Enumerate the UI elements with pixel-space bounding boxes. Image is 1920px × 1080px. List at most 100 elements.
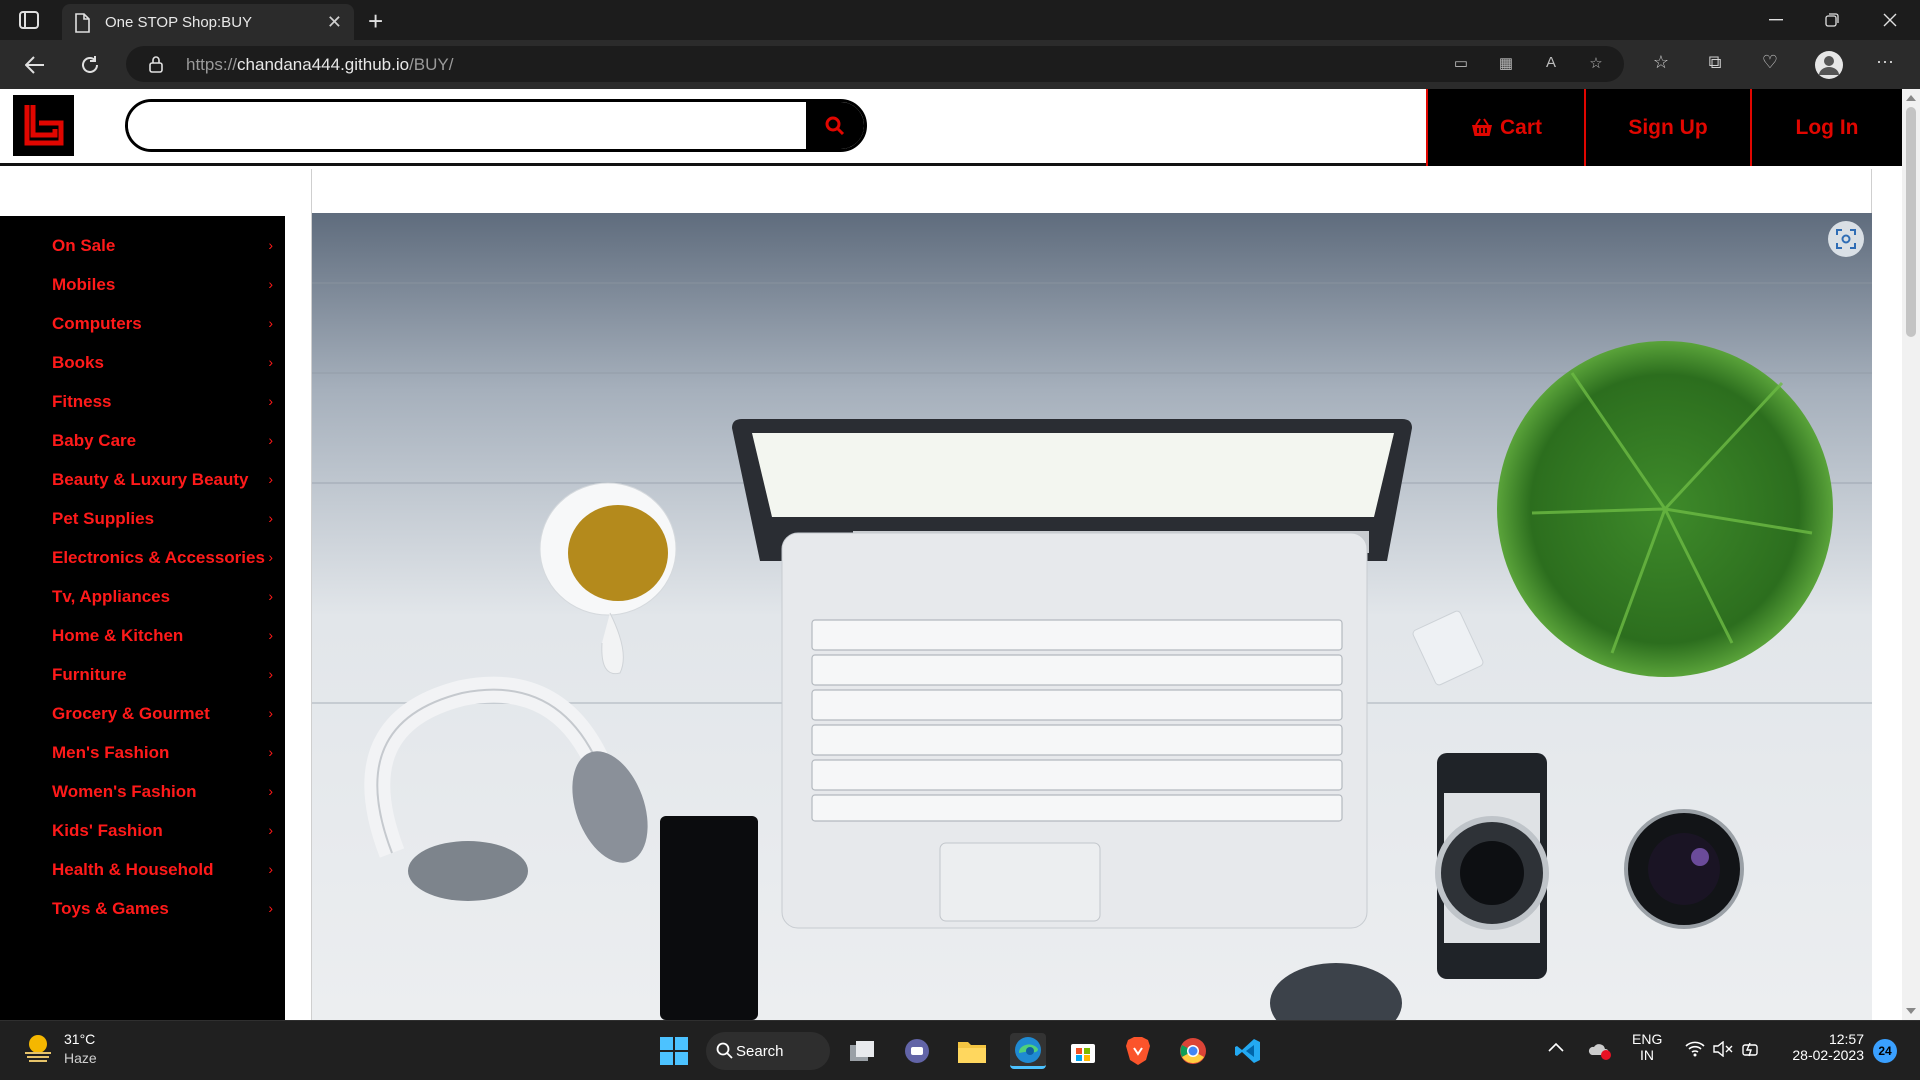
start-icon[interactable] (656, 1033, 692, 1069)
cart-label: Cart (1499, 115, 1542, 139)
chevron-right-icon: › (268, 627, 273, 643)
close-tab-icon[interactable]: ✕ (327, 12, 342, 33)
category-label: On Sale (52, 235, 116, 255)
collections-icon[interactable]: ⧉ (1702, 52, 1728, 78)
category-label: Women's Fashion (52, 781, 197, 801)
speaker-muted-icon[interactable] (1713, 1040, 1733, 1060)
profile-avatar[interactable] (1814, 50, 1843, 79)
wifi-icon[interactable] (1685, 1041, 1705, 1060)
chevron-right-icon: › (268, 822, 273, 838)
cart-button[interactable]: Cart (1426, 89, 1584, 166)
back-icon[interactable] (20, 50, 50, 80)
tab-title: One STOP Shop:BUY (105, 14, 253, 31)
address-bar[interactable]: https://chandana444.github.io/BUY/ ▭ ▦ A… (126, 46, 1624, 82)
category-item[interactable]: Beauty & Luxury Beauty › (0, 460, 285, 499)
chevron-right-icon: › (268, 276, 273, 292)
scrollbar-thumb[interactable] (1906, 107, 1916, 337)
scroll-up-icon[interactable] (1906, 95, 1916, 101)
browser-tab[interactable]: One STOP Shop:BUY ✕ (62, 4, 354, 40)
chevron-right-icon: › (268, 354, 273, 370)
file-explorer-icon[interactable] (954, 1033, 990, 1069)
category-label: Beauty & Luxury Beauty (52, 469, 249, 489)
app-available-icon[interactable]: ▭ (1451, 54, 1471, 74)
scroll-down-icon[interactable] (1906, 1008, 1916, 1014)
category-item[interactable]: On Sale › (0, 226, 285, 265)
category-item[interactable]: Computers › (0, 304, 285, 343)
category-label: Mobiles (52, 274, 116, 294)
onedrive-error-icon[interactable] (1588, 1041, 1612, 1064)
store-icon[interactable] (1065, 1033, 1101, 1069)
system-clock[interactable]: 12:57 28-02-2023 (1780, 1031, 1864, 1063)
browser-tab-bar: One STOP Shop:BUY ✕ + (0, 0, 1920, 40)
login-button[interactable]: Log In (1750, 89, 1902, 166)
browser-toolbar: https://chandana444.github.io/BUY/ ▭ ▦ A… (0, 40, 1920, 89)
show-hidden-icons[interactable] (1548, 1039, 1564, 1055)
category-item[interactable]: Women's Fashion › (0, 772, 285, 811)
taskbar-search-label: Search (736, 1042, 784, 1060)
signup-button[interactable]: Sign Up (1584, 89, 1750, 166)
category-label: Books (52, 352, 104, 372)
category-item[interactable]: Books › (0, 343, 285, 382)
login-label: Log In (1795, 115, 1859, 139)
site-header: Cart Sign Up Log In (0, 89, 1902, 166)
search-button[interactable] (806, 102, 864, 149)
read-aloud-icon[interactable]: A (1541, 54, 1561, 74)
new-tab-icon[interactable]: + (368, 6, 383, 37)
category-sidebar: On Sale › Mobiles › Computers › Books › Fitness ›… (0, 216, 285, 1020)
weather-widget[interactable]: 31°C Haze (22, 1031, 97, 1068)
category-label: Toys & Games (52, 898, 169, 918)
visual-search-icon[interactable] (1828, 221, 1864, 257)
task-view-icon[interactable] (844, 1033, 880, 1069)
page-scrollbar[interactable] (1902, 89, 1920, 1020)
browser-essentials-icon[interactable]: ♡ (1757, 52, 1783, 78)
chrome-icon[interactable] (1175, 1033, 1211, 1069)
search-bar (125, 99, 867, 152)
chevron-right-icon: › (268, 783, 273, 799)
close-window-icon[interactable] (1862, 0, 1918, 40)
category-label: Men's Fashion (52, 742, 170, 762)
add-favorite-icon[interactable]: ☆ (1586, 54, 1606, 74)
chevron-right-icon: › (268, 900, 273, 916)
brave-icon[interactable] (1120, 1033, 1156, 1069)
chevron-right-icon: › (268, 588, 273, 604)
category-item[interactable]: Tv, Appliances › (0, 577, 285, 616)
chevron-right-icon: › (268, 393, 273, 409)
category-item[interactable]: Pet Supplies › (0, 499, 285, 538)
battery-icon[interactable] (1741, 1041, 1761, 1060)
chevron-right-icon: › (268, 237, 273, 253)
minimize-icon[interactable] (1748, 0, 1804, 40)
extension-icon[interactable]: ▦ (1496, 54, 1516, 74)
category-item[interactable]: Fitness › (0, 382, 285, 421)
category-item[interactable]: Health & Household › (0, 850, 285, 889)
category-item[interactable]: Toys & Games › (0, 889, 285, 928)
chevron-right-icon: › (268, 744, 273, 760)
refresh-icon[interactable] (75, 50, 105, 80)
category-item[interactable]: Men's Fashion › (0, 733, 285, 772)
category-item[interactable]: Grocery & Gourmet › (0, 694, 285, 733)
sun-haze-icon (25, 1035, 51, 1062)
category-item[interactable]: Baby Care › (0, 421, 285, 460)
language-indicator[interactable]: ENG IN (1632, 1031, 1662, 1063)
lock-icon[interactable] (148, 55, 164, 78)
category-item[interactable]: Mobiles › (0, 265, 285, 304)
chevron-right-icon: › (268, 666, 273, 682)
taskbar-search[interactable]: Search (706, 1032, 830, 1070)
edge-icon[interactable] (1010, 1033, 1046, 1069)
category-item[interactable]: Furniture › (0, 655, 285, 694)
vscode-icon[interactable] (1230, 1033, 1266, 1069)
url-text: https://chandana444.github.io/BUY/ (186, 55, 454, 74)
search-input[interactable] (128, 102, 808, 149)
category-item[interactable]: Home & Kitchen › (0, 616, 285, 655)
weather-temp: 31°C (64, 1031, 96, 1047)
category-item[interactable]: Electronics & Accessories › (0, 538, 285, 577)
category-item[interactable]: Kids' Fashion › (0, 811, 285, 850)
tab-actions-icon[interactable] (18, 10, 42, 30)
favorites-icon[interactable]: ☆ (1648, 52, 1674, 78)
chat-icon[interactable] (899, 1033, 935, 1069)
site-logo[interactable] (13, 95, 74, 156)
restore-icon[interactable] (1804, 0, 1860, 40)
more-menu-icon[interactable]: ⋯ (1872, 52, 1898, 78)
search-icon (825, 116, 845, 135)
category-label: Pet Supplies (52, 508, 155, 528)
notification-badge[interactable]: 24 (1873, 1039, 1897, 1063)
